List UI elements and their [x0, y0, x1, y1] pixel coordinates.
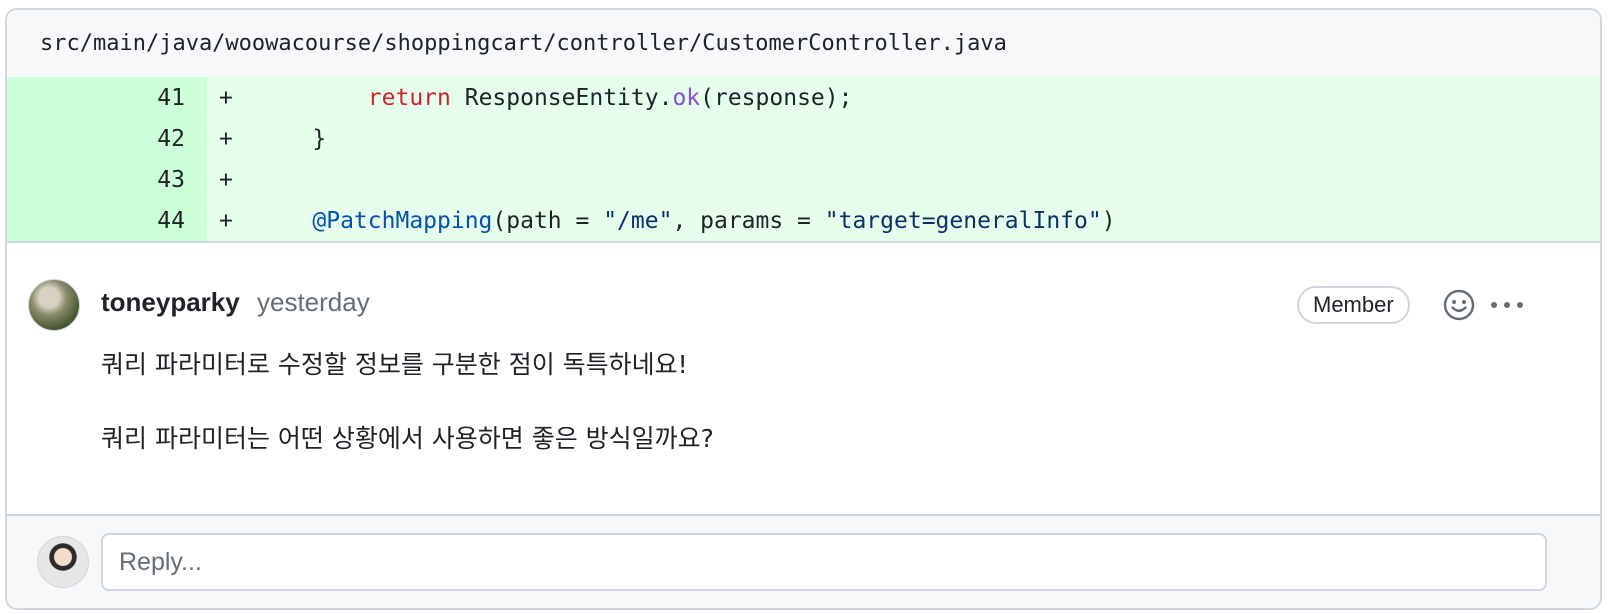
code-content: }	[257, 126, 326, 152]
avatar[interactable]	[28, 279, 80, 331]
diff-sign: +	[219, 166, 233, 193]
code-token: "target=generalInfo"	[824, 207, 1102, 234]
code-token: (response);	[700, 84, 853, 111]
file-path[interactable]: src/main/java/woowacourse/shoppingcart/c…	[40, 31, 1007, 56]
code-token: @PatchMapping	[312, 207, 493, 234]
code-content: @PatchMapping(path = "/me", params = "ta…	[257, 207, 1116, 234]
code-token: ok	[672, 84, 701, 111]
diff-sign: +	[219, 84, 233, 111]
reply-input[interactable]	[101, 533, 1547, 591]
file-path-header: src/main/java/woowacourse/shoppingcart/c…	[7, 10, 1600, 77]
review-comment-card: src/main/java/woowacourse/shoppingcart/c…	[5, 8, 1602, 610]
code-content: return ResponseEntity.ok(response);	[257, 84, 853, 111]
line-number[interactable]: 44	[7, 200, 207, 241]
comment-paragraph: 쿼리 파라미터로 수정할 정보를 구분한 점이 독특하네요!	[101, 350, 688, 379]
code-token: "/me"	[603, 207, 673, 234]
code-token: }	[312, 125, 327, 152]
code-token: ResponseEntity.	[450, 84, 673, 111]
comment-paragraph: 쿼리 파라미터는 어떤 상황에서 사용하면 좋은 방식일까요?	[101, 424, 714, 453]
code-token: (path =	[492, 207, 604, 234]
code-token: return	[367, 84, 451, 111]
diff-line: 44 + @PatchMapping(path = "/me", params …	[7, 200, 1600, 241]
diff-line: 41 + return ResponseEntity.ok(response);	[7, 77, 1600, 118]
diff-sign: +	[219, 207, 233, 234]
line-number[interactable]: 42	[7, 118, 207, 159]
comment-timestamp[interactable]: yesterday	[257, 287, 370, 318]
comment-body: 쿼리 파라미터로 수정할 정보를 구분한 점이 독특하네요! 쿼리 파라미터는 …	[101, 347, 714, 495]
line-number[interactable]: 43	[7, 159, 207, 200]
kebab-horizontal-icon[interactable]	[1487, 288, 1527, 322]
member-badge: Member	[1297, 286, 1410, 324]
line-number[interactable]: 41	[7, 77, 207, 118]
current-user-avatar	[37, 536, 89, 588]
reply-bar	[7, 514, 1600, 608]
diff-hunk: 41 + return ResponseEntity.ok(response);…	[7, 77, 1600, 241]
comment-author[interactable]: toneyparky	[101, 287, 240, 318]
diff-line: 42 + }	[7, 118, 1600, 159]
diff-line: 43 +	[7, 159, 1600, 200]
diff-sign: +	[219, 125, 233, 152]
code-token: )	[1101, 207, 1116, 234]
comment: toneyparky yesterday Member 쿼리 파라미터로 수정할…	[7, 243, 1600, 501]
smiley-icon[interactable]	[1442, 288, 1476, 322]
code-token: , params =	[672, 207, 825, 234]
